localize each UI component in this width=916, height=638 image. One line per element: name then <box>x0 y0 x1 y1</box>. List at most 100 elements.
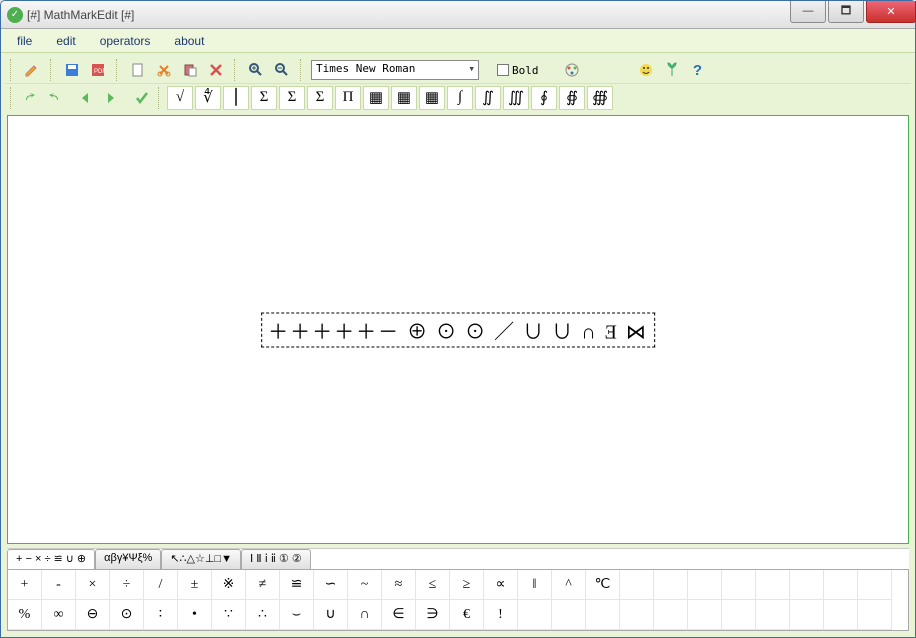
redo-icon[interactable] <box>19 87 41 109</box>
font-select[interactable]: Times New Roman <box>311 60 479 80</box>
toolbar-operators: √∜⎮ΣΣΣΠ▦▦▦∫∬∭∮∯∰ <box>5 83 911 111</box>
symbol-grid: +-×÷/±※≠≌∽~≈≤≥∝‖^℃ %∞⊖⊙∶•∵∴⌣∪∩∈∋€! <box>7 569 909 631</box>
operator-btn-15[interactable]: ∰ <box>587 86 613 110</box>
symbol-cell[interactable]: ⊙ <box>110 600 144 630</box>
menu-about[interactable]: about <box>164 32 214 50</box>
symbol-cell-empty <box>654 570 688 600</box>
plant-icon[interactable] <box>661 59 683 81</box>
pdf-icon[interactable]: PDF <box>87 59 109 81</box>
bold-label: Bold <box>512 64 539 77</box>
menu-edit[interactable]: edit <box>46 32 85 50</box>
app-icon: ✓ <box>7 7 23 23</box>
symbol-cell[interactable] <box>552 600 586 630</box>
symbol-cell-empty <box>620 600 654 630</box>
symbol-cell[interactable]: ⌣ <box>280 600 314 630</box>
close-button[interactable]: ✕ <box>866 1 916 23</box>
symbol-cell[interactable]: ∞ <box>42 600 76 630</box>
next-icon[interactable] <box>99 87 121 109</box>
symbol-cell[interactable]: ℃ <box>586 570 620 600</box>
operator-btn-3[interactable]: Σ <box>251 86 277 110</box>
operator-btn-11[interactable]: ∬ <box>475 86 501 110</box>
operator-btn-12[interactable]: ∭ <box>503 86 529 110</box>
operator-btn-9[interactable]: ▦ <box>419 86 445 110</box>
symbol-cell[interactable]: ∪ <box>314 600 348 630</box>
menu-file[interactable]: file <box>7 32 42 50</box>
symbol-cell[interactable]: ^ <box>552 570 586 600</box>
operator-btn-5[interactable]: Σ <box>307 86 333 110</box>
paste-icon[interactable] <box>179 59 201 81</box>
symbol-cell[interactable]: - <box>42 570 76 600</box>
symbol-cell[interactable]: ≤ <box>416 570 450 600</box>
delete-icon[interactable] <box>205 59 227 81</box>
color-picker-icon[interactable] <box>561 59 583 81</box>
operator-btn-13[interactable]: ∮ <box>531 86 557 110</box>
operator-btn-7[interactable]: ▦ <box>363 86 389 110</box>
symbol-cell-empty <box>858 570 892 600</box>
operator-btn-6[interactable]: Π <box>335 86 361 110</box>
symbol-cell[interactable]: ≌ <box>280 570 314 600</box>
symbol-cell[interactable]: ※ <box>212 570 246 600</box>
symbol-cell[interactable]: ≈ <box>382 570 416 600</box>
symbol-cell-empty <box>790 570 824 600</box>
symbol-cell[interactable]: ∩ <box>348 600 382 630</box>
minimize-button[interactable]: — <box>790 1 826 23</box>
symbol-cell[interactable]: ‖ <box>518 570 552 600</box>
symbol-cell[interactable]: ∈ <box>382 600 416 630</box>
symbol-cell[interactable]: ÷ <box>110 570 144 600</box>
symbol-cell[interactable]: ≠ <box>246 570 280 600</box>
titlebar: ✓ [#] MathMarkEdit [#] — 🗖 ✕ <box>1 1 915 29</box>
symbol-cell[interactable]: ∽ <box>314 570 348 600</box>
check-icon[interactable] <box>131 87 153 109</box>
operator-btn-8[interactable]: ▦ <box>391 86 417 110</box>
zoom-in-icon[interactable] <box>245 59 267 81</box>
symbol-cell[interactable] <box>586 600 620 630</box>
symbol-cell[interactable]: % <box>8 600 42 630</box>
symbol-cell[interactable]: + <box>8 570 42 600</box>
maximize-button[interactable]: 🗖 <box>828 1 864 23</box>
undo-icon[interactable] <box>43 87 65 109</box>
symbol-cell[interactable]: ∋ <box>416 600 450 630</box>
symbol-cell[interactable]: ≥ <box>450 570 484 600</box>
symbol-cell[interactable]: • <box>178 600 212 630</box>
symbol-cell[interactable]: ∵ <box>212 600 246 630</box>
operator-btn-0[interactable]: √ <box>167 86 193 110</box>
symbol-cell[interactable]: ~ <box>348 570 382 600</box>
tab-basic-ops[interactable]: + − × ÷ ≌ ∪ ⊕ <box>7 549 95 569</box>
tab-greek[interactable]: αβγ¥Ψξ% <box>95 549 161 569</box>
save-icon[interactable] <box>61 59 83 81</box>
tab-roman[interactable]: Ⅰ Ⅱ ⅰ ⅱ ① ② <box>241 549 311 569</box>
symbol-cell[interactable]: × <box>76 570 110 600</box>
symbol-cell[interactable]: / <box>144 570 178 600</box>
bold-checkbox[interactable]: Bold <box>497 64 539 77</box>
symbol-cell[interactable]: ± <box>178 570 212 600</box>
operator-btn-4[interactable]: Σ <box>279 86 305 110</box>
symbol-cell[interactable]: € <box>450 600 484 630</box>
symbol-cell[interactable]: ⊖ <box>76 600 110 630</box>
symbol-cell[interactable]: ! <box>484 600 518 630</box>
symbol-cell[interactable]: ∝ <box>484 570 518 600</box>
formula-selection[interactable]: ＋＋＋＋＋－ ⊕ ⊙ ⊙ ／ ∪ ∪ ∩ Ǝ ⋈ <box>261 312 655 347</box>
symbol-cell-empty <box>824 570 858 600</box>
tab-shapes[interactable]: ↖∴△☆⊥□▼ <box>161 549 241 569</box>
edit-icon[interactable] <box>21 59 43 81</box>
editor-canvas[interactable]: ＋＋＋＋＋－ ⊕ ⊙ ⊙ ／ ∪ ∪ ∩ Ǝ ⋈ <box>7 115 909 544</box>
new-icon[interactable] <box>127 59 149 81</box>
zoom-out-icon[interactable] <box>271 59 293 81</box>
cut-icon[interactable] <box>153 59 175 81</box>
help-icon[interactable]: ? <box>687 59 709 81</box>
symbol-cell-empty <box>824 600 858 630</box>
smiley-icon[interactable] <box>635 59 657 81</box>
menubar: file edit operators about <box>1 29 915 53</box>
operator-btn-14[interactable]: ∯ <box>559 86 585 110</box>
bold-checkbox-box[interactable] <box>497 64 509 76</box>
prev-icon[interactable] <box>75 87 97 109</box>
operator-btn-1[interactable]: ∜ <box>195 86 221 110</box>
symbol-cell[interactable] <box>518 600 552 630</box>
toolbar-main: PDF Times New Roman Bold ? <box>5 57 911 83</box>
operator-btn-10[interactable]: ∫ <box>447 86 473 110</box>
menu-operators[interactable]: operators <box>90 32 161 50</box>
operator-btn-2[interactable]: ⎮ <box>223 86 249 110</box>
app-window: ✓ [#] MathMarkEdit [#] — 🗖 ✕ file edit o… <box>0 0 916 638</box>
symbol-cell[interactable]: ∴ <box>246 600 280 630</box>
symbol-cell[interactable]: ∶ <box>144 600 178 630</box>
